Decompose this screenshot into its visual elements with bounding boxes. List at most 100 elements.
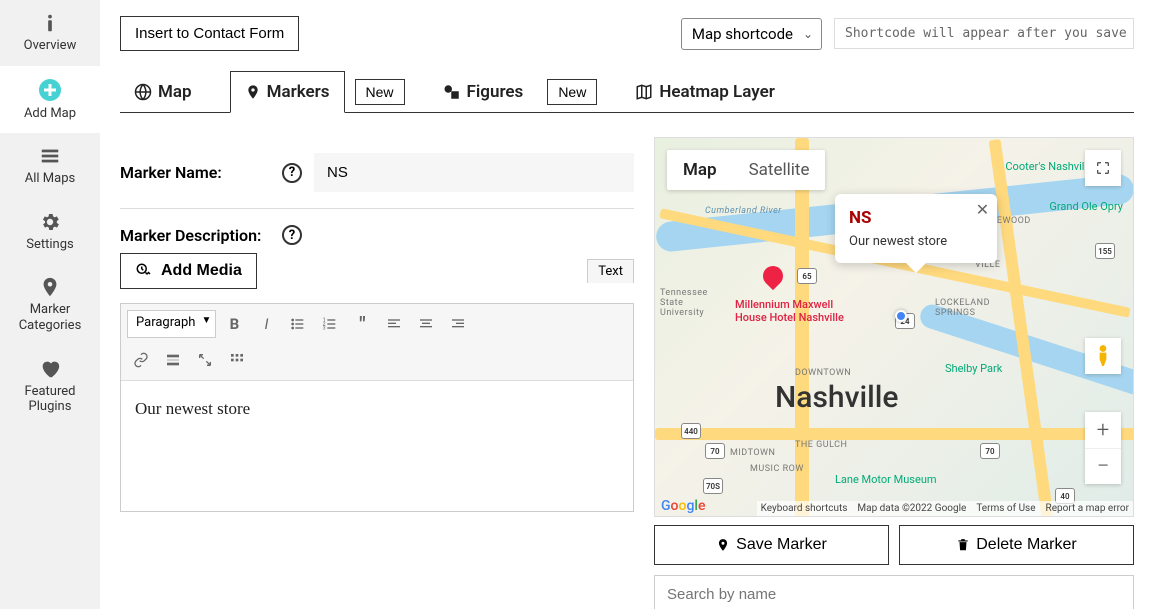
editor-toolbar: Paragraph ▼ B I 123 " <box>121 304 633 381</box>
map-preview[interactable]: 65 70 70 440 70S 24 155 40 Nashville Coo… <box>654 137 1134 517</box>
blockquote-button[interactable]: " <box>348 310 376 338</box>
align-center-button[interactable] <box>412 310 440 338</box>
map-column: 65 70 70 440 70S 24 155 40 Nashville Coo… <box>654 137 1134 609</box>
align-left-button[interactable] <box>380 310 408 338</box>
editor-text-tab[interactable]: Text <box>587 259 634 283</box>
chevron-down-icon: ▼ <box>202 315 212 326</box>
info-window-title: NS <box>849 208 947 228</box>
save-marker-button[interactable]: Save Marker <box>654 525 889 565</box>
editor-tabs: Map Markers New Figures New <box>120 71 1134 113</box>
tab-markers[interactable]: Markers <box>230 71 345 113</box>
wysiwyg-editor: Paragraph ▼ B I 123 " <box>120 303 634 512</box>
marker-name-label: Marker Name: <box>120 163 270 182</box>
sidebar-item-label: Settings <box>26 237 73 253</box>
area-downtown: DOWNTOWN <box>795 368 851 378</box>
editor-top-bar: Add Media Text <box>120 253 634 295</box>
plus-circle-icon <box>38 78 62 102</box>
list-icon <box>39 145 61 167</box>
area-musicrow: MUSIC ROW <box>750 464 804 474</box>
pin-icon <box>716 537 730 553</box>
map-type-satellite[interactable]: Satellite <box>733 150 826 190</box>
area-midtown: MIDTOWN <box>730 448 775 458</box>
delete-marker-label: Delete Marker <box>976 536 1076 554</box>
zoom-out-button[interactable]: − <box>1085 448 1121 484</box>
poi-lane: Lane Motor Museum <box>835 473 937 486</box>
sidebar-item-all-maps[interactable]: All Maps <box>0 133 100 199</box>
sidebar-item-overview[interactable]: Overview <box>0 0 100 66</box>
google-logo: Google <box>661 498 705 514</box>
form-column: Marker Name: ? Marker Description: ? Add… <box>120 137 634 609</box>
poi-opry: Grand Ole Opry <box>1049 200 1123 213</box>
svg-text:3: 3 <box>323 325 326 331</box>
fullscreen-button[interactable] <box>191 346 219 374</box>
help-icon[interactable]: ? <box>282 225 302 245</box>
sidebar-item-label: Add Map <box>24 106 76 122</box>
tab-label: Figures <box>467 82 524 102</box>
tab-map[interactable]: Map <box>120 72 206 112</box>
sidebar-item-label: Overview <box>24 38 77 54</box>
info-icon <box>39 12 61 34</box>
poi-shelby: Shelby Park <box>945 362 1002 375</box>
add-media-label: Add Media <box>161 262 242 280</box>
city-label: Nashville <box>775 380 898 415</box>
map-icon <box>635 83 653 101</box>
terms-link[interactable]: Terms of Use <box>976 503 1035 514</box>
sidebar-item-label: Featured Plugins <box>4 384 96 415</box>
media-icon <box>135 262 153 280</box>
sidebar-item-settings[interactable]: Settings <box>0 199 100 265</box>
marker-description-row: Marker Description: ? <box>120 209 634 253</box>
select-label: Map shortcode <box>692 25 793 43</box>
pegman-button[interactable] <box>1085 338 1121 374</box>
markers-new-button[interactable]: New <box>355 79 405 105</box>
figures-new-button[interactable]: New <box>547 79 597 105</box>
marker-actions: Save Marker Delete Marker <box>654 525 1134 565</box>
insert-to-contact-form-button[interactable]: Insert to Contact Form <box>120 16 299 51</box>
marker-info-window: ✕ NS Our newest store <box>835 194 997 263</box>
help-icon[interactable]: ? <box>282 163 302 183</box>
toolbar-toggle-button[interactable] <box>223 346 251 374</box>
delete-marker-button[interactable]: Delete Marker <box>899 525 1134 565</box>
align-right-button[interactable] <box>444 310 472 338</box>
area-gulch: THE GULCH <box>795 440 847 450</box>
paragraph-select[interactable]: Paragraph ▼ <box>127 310 216 338</box>
italic-button[interactable]: I <box>252 310 280 338</box>
keyboard-shortcuts-link[interactable]: Keyboard shortcuts <box>761 503 848 514</box>
numbered-list-button[interactable]: 123 <box>316 310 344 338</box>
search-by-name-input[interactable] <box>654 575 1134 609</box>
bullet-list-button[interactable] <box>284 310 312 338</box>
current-marker-icon[interactable] <box>895 310 907 322</box>
heart-icon <box>39 358 61 380</box>
sidebar-item-featured-plugins[interactable]: Featured Plugins <box>0 346 100 427</box>
tab-heatmap[interactable]: Heatmap Layer <box>621 72 789 112</box>
link-button[interactable] <box>127 346 155 374</box>
chevron-down-icon: ⌄ <box>803 27 813 41</box>
pin-icon <box>245 83 261 101</box>
add-media-button[interactable]: Add Media <box>120 253 257 289</box>
tab-label: Heatmap Layer <box>659 82 775 102</box>
pin-icon <box>39 276 61 298</box>
map-data-label: Map data ©2022 Google <box>857 503 966 514</box>
map-type-map[interactable]: Map <box>667 150 733 190</box>
map-type-control: Map Satellite <box>667 150 825 190</box>
zoom-control: + − <box>1085 412 1121 484</box>
map-shortcode-select[interactable]: Map shortcode ⌄ <box>681 18 822 50</box>
close-icon[interactable]: ✕ <box>976 200 989 219</box>
bold-button[interactable]: B <box>220 310 248 338</box>
sidebar-item-marker-categories[interactable]: Marker Categories <box>0 264 100 345</box>
topbar: Insert to Contact Form Map shortcode ⌄ S… <box>120 16 1134 51</box>
trash-icon <box>956 537 970 553</box>
info-window-description: Our newest store <box>849 234 947 249</box>
poi-cooters: Cooter's Nashville <box>1005 160 1093 173</box>
report-error-link[interactable]: Report a map error <box>1046 503 1129 514</box>
zoom-in-button[interactable]: + <box>1085 412 1121 448</box>
area-lockeland: LOCKELAND SPRINGS <box>935 298 990 318</box>
marker-name-input[interactable] <box>314 153 634 192</box>
fullscreen-button[interactable] <box>1085 150 1121 186</box>
globe-icon <box>134 83 152 101</box>
sidebar-item-label: Marker Categories <box>4 302 96 333</box>
read-more-button[interactable] <box>159 346 187 374</box>
tab-figures[interactable]: Figures <box>429 72 538 112</box>
tab-label: Map <box>158 82 192 102</box>
sidebar-item-add-map[interactable]: Add Map <box>0 66 100 134</box>
editor-content[interactable]: Our newest store <box>121 381 633 511</box>
